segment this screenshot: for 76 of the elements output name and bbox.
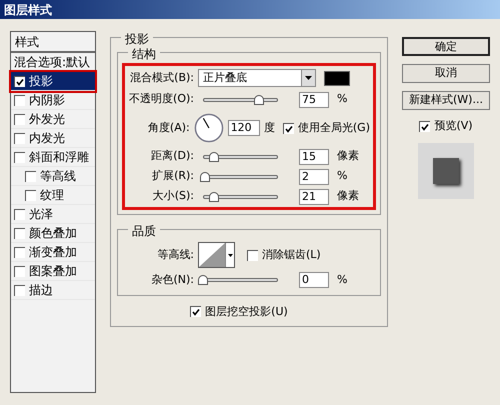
- checkbox[interactable]: [14, 94, 25, 106]
- style-item[interactable]: 描边: [11, 281, 95, 300]
- slider-thumb[interactable]: [200, 172, 210, 182]
- checkbox[interactable]: [247, 250, 258, 260]
- style-item[interactable]: 图案叠加: [11, 262, 95, 281]
- checkbox[interactable]: [14, 208, 25, 220]
- check-icon: [16, 78, 24, 86]
- unit-label: %: [337, 272, 348, 288]
- checkbox[interactable]: [14, 114, 25, 124]
- knockout-label: 图层挖空投影(U): [205, 304, 288, 320]
- dialog-button[interactable]: 取消: [402, 64, 490, 83]
- dialog-button[interactable]: 确定: [402, 37, 490, 56]
- check-icon: [192, 308, 200, 316]
- slider-thumb[interactable]: [209, 152, 220, 162]
- checkbox[interactable]: [14, 246, 25, 258]
- slider-thumb[interactable]: [254, 94, 264, 104]
- checkbox[interactable]: [25, 170, 36, 182]
- style-item[interactable]: 光泽: [11, 205, 95, 224]
- anti-alias-label: 消除锯齿(L): [262, 246, 321, 263]
- slider-thumb[interactable]: [209, 192, 220, 202]
- group-title: 结构: [128, 45, 160, 63]
- unit-label: %: [337, 168, 348, 184]
- checkbox[interactable]: [14, 132, 25, 144]
- checkbox[interactable]: [14, 284, 25, 296]
- preview-label: 预览(V): [434, 118, 473, 134]
- style-item[interactable]: 外发光: [11, 110, 95, 129]
- number-field[interactable]: 0: [299, 272, 329, 288]
- number-field[interactable]: 75: [299, 92, 329, 108]
- checkbox[interactable]: [25, 190, 36, 200]
- slider-label: 不透明度(O):: [128, 91, 194, 108]
- checkbox[interactable]: [282, 122, 294, 134]
- slider-label: 大小(S):: [152, 188, 194, 204]
- unit-label: 像素: [337, 188, 359, 204]
- angle-label: 角度(A):: [146, 120, 190, 136]
- list-header: 样式: [15, 34, 39, 50]
- unit-label: 度: [264, 120, 275, 136]
- dropdown-arrow-icon: [228, 254, 232, 256]
- checkbox[interactable]: [14, 228, 25, 238]
- number-field[interactable]: 15: [299, 148, 329, 164]
- unit-label: %: [337, 91, 348, 108]
- angle-field[interactable]: 120: [228, 120, 260, 136]
- style-item[interactable]: 等高线: [11, 167, 95, 186]
- checkbox[interactable]: [14, 152, 25, 162]
- checkbox[interactable]: [14, 266, 25, 276]
- contour-label: 等高线:: [156, 246, 194, 263]
- preview-thumbnail: [418, 142, 474, 198]
- dropdown-arrow-icon: [305, 76, 312, 80]
- style-item[interactable]: 内发光: [11, 129, 95, 148]
- check-icon: [421, 122, 430, 131]
- style-item[interactable]: 斜面和浮雕: [11, 148, 95, 167]
- checkbox[interactable]: [190, 306, 202, 318]
- slider-label: 距离(D):: [150, 148, 194, 164]
- angle-dial[interactable]: [194, 112, 224, 144]
- style-item[interactable]: 内阴影: [11, 91, 95, 110]
- checkbox[interactable]: [14, 76, 25, 86]
- check-icon: [284, 124, 293, 132]
- number-field[interactable]: 2: [299, 168, 329, 184]
- style-item[interactable]: 颜色叠加: [11, 224, 95, 243]
- slider-thumb[interactable]: [198, 275, 208, 286]
- number-field[interactable]: 21: [299, 188, 329, 204]
- blend-mode-dropdown[interactable]: 正片叠底: [198, 69, 316, 87]
- contour-picker[interactable]: [198, 242, 235, 268]
- slider-label: 扩展(R):: [151, 168, 194, 184]
- checkbox[interactable]: [419, 120, 430, 132]
- window-title: 图层样式: [4, 2, 52, 18]
- noise-label: 杂色(N):: [150, 272, 194, 288]
- blend-mode-label: 混合模式(B):: [129, 70, 194, 86]
- style-item[interactable]: 渐变叠加: [11, 243, 95, 262]
- style-item[interactable]: 纹理: [11, 186, 95, 205]
- dialog-button[interactable]: 新建样式(W)...: [402, 91, 490, 110]
- color-swatch[interactable]: [324, 70, 350, 86]
- unit-label: 像素: [337, 148, 359, 164]
- contour-curve-icon: [199, 243, 225, 267]
- global-light-label: 使用全局光(G): [298, 120, 370, 136]
- group-title: 品质: [128, 222, 160, 240]
- style-item[interactable]: 投影: [11, 72, 95, 91]
